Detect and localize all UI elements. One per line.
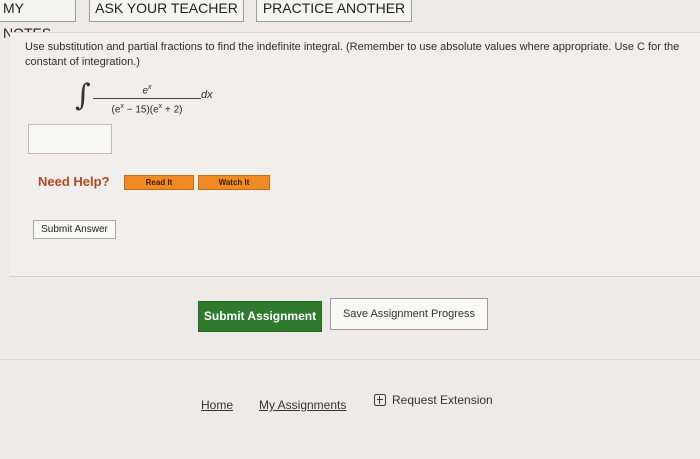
- integrand-fraction: ex (ex − 15)(ex + 2): [93, 82, 201, 117]
- request-extension-link[interactable]: Request Extension: [374, 393, 493, 407]
- tab-bar: MY NOTES ASK YOUR TEACHER PRACTICE ANOTH…: [0, 0, 700, 41]
- differential: dx: [201, 89, 213, 101]
- integral-sign: ∫: [75, 78, 91, 113]
- answer-input[interactable]: [28, 124, 112, 154]
- submit-answer-button[interactable]: Submit Answer: [33, 220, 116, 239]
- my-assignments-link[interactable]: My Assignments: [259, 398, 346, 412]
- footer-divider: [0, 359, 700, 360]
- plus-box-icon: [374, 394, 386, 406]
- need-help-label: Need Help?: [38, 174, 110, 189]
- read-it-button[interactable]: Read It: [124, 175, 194, 190]
- request-extension-label: Request Extension: [392, 393, 493, 407]
- home-link[interactable]: Home: [201, 398, 233, 412]
- question-instructions: Use substitution and partial fractions t…: [25, 41, 680, 68]
- watch-it-button[interactable]: Watch It: [198, 175, 270, 190]
- tab-my-notes[interactable]: MY NOTES: [0, 0, 76, 41]
- fraction-bar: [93, 98, 201, 100]
- integral-expression: ∫ ex (ex − 15)(ex + 2) dx: [75, 78, 235, 120]
- tab-ask-your-teacher[interactable]: ASK YOUR TEACHER: [89, 0, 244, 22]
- integrand-numerator: ex: [142, 84, 152, 97]
- save-assignment-progress-button[interactable]: Save Assignment Progress: [330, 298, 488, 330]
- submit-assignment-button[interactable]: Submit Assignment: [198, 301, 322, 332]
- integrand-denominator: (ex − 15)(ex + 2): [111, 103, 183, 116]
- tab-practice-another[interactable]: PRACTICE ANOTHER: [256, 0, 412, 22]
